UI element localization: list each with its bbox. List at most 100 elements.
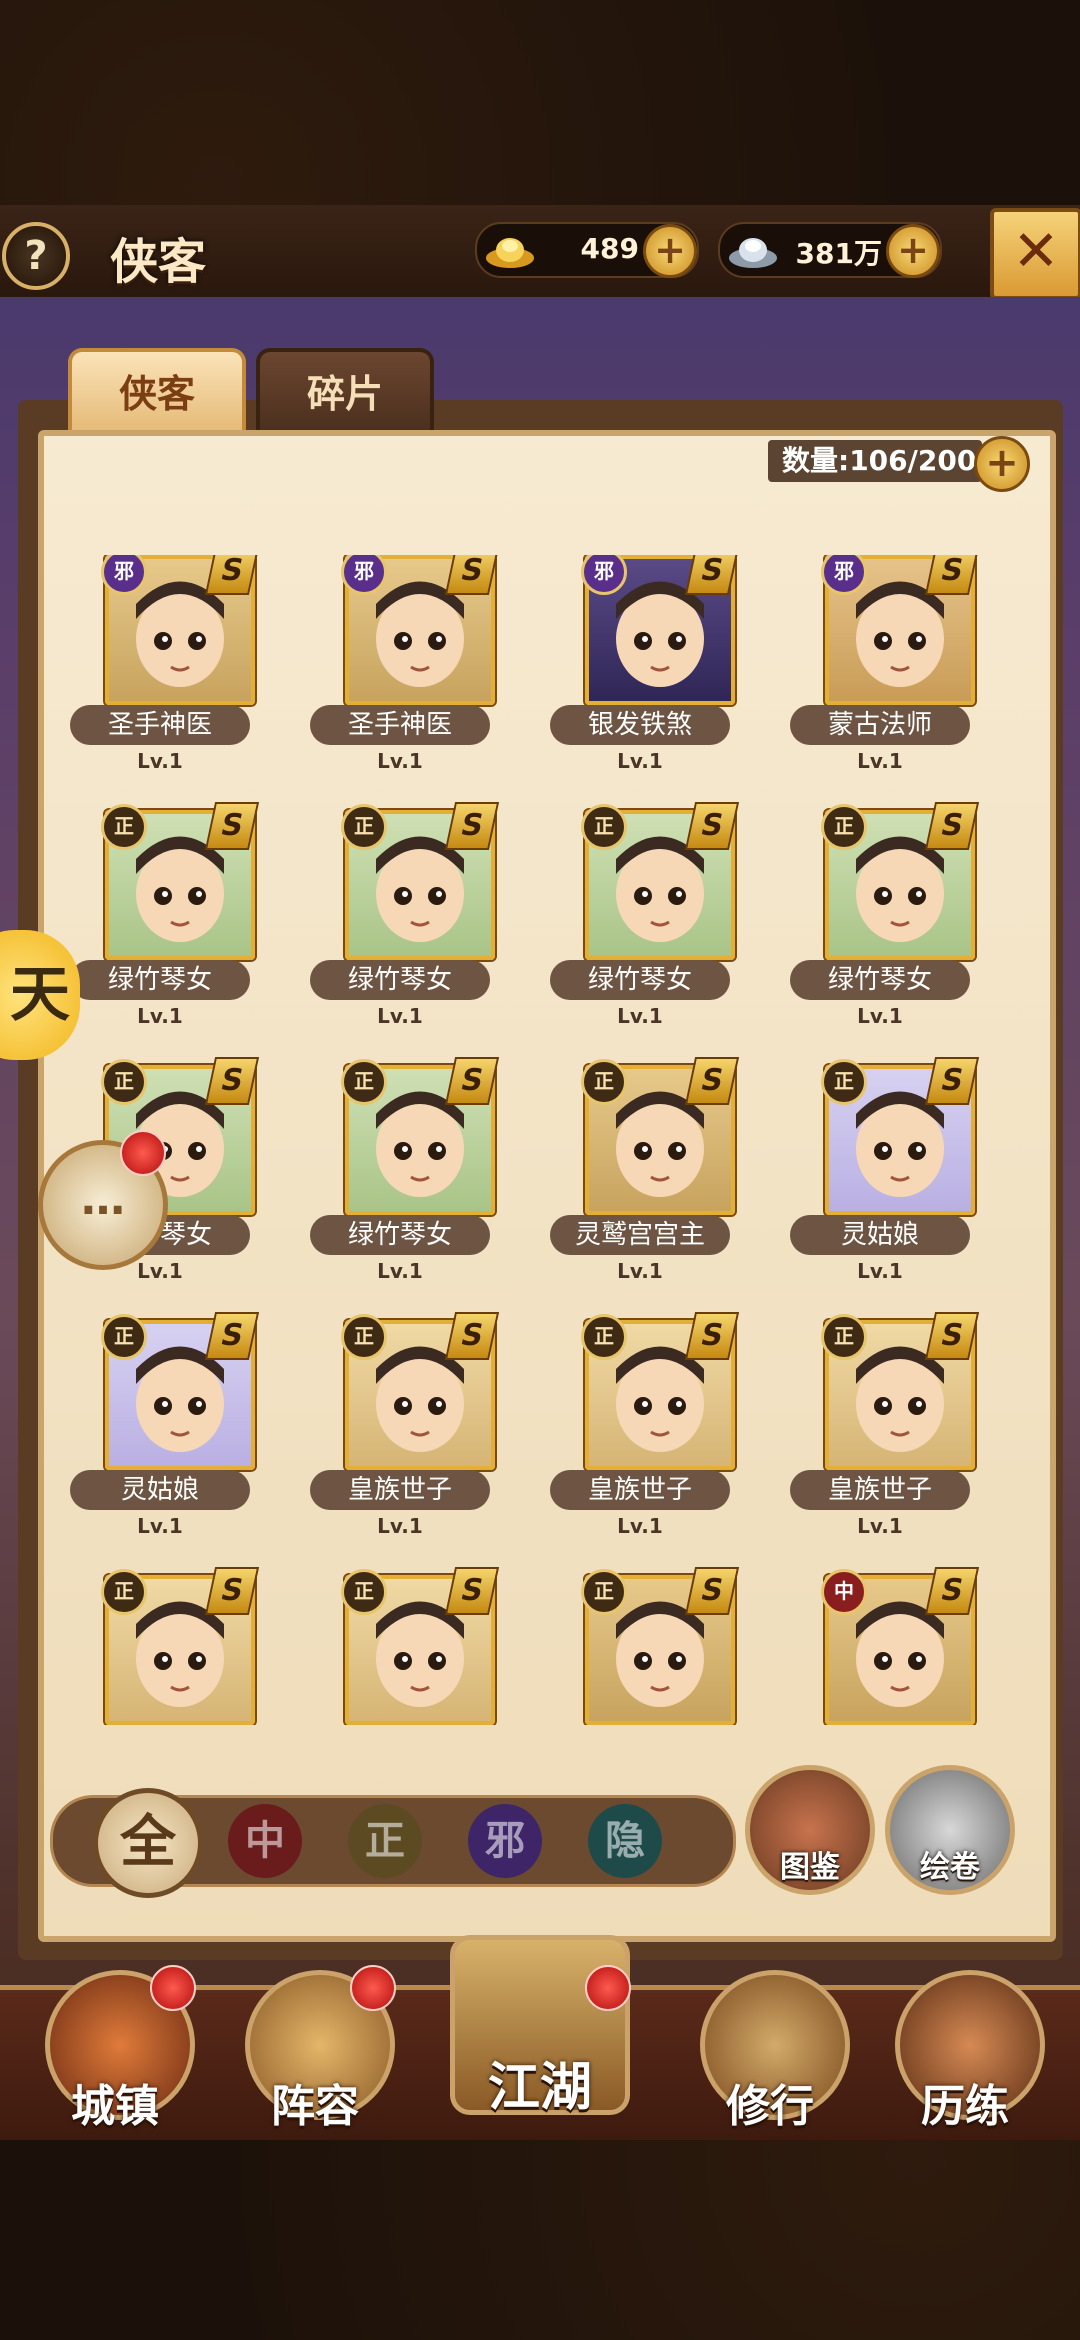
filter-evil[interactable]: 邪 <box>468 1804 542 1878</box>
side-event-tab[interactable]: 天 <box>0 930 80 1060</box>
hero-level: Lv.1 <box>377 1259 423 1283</box>
hero-level: Lv.1 <box>857 1514 903 1538</box>
faction-badge: 正 <box>581 1314 627 1360</box>
hero-card[interactable]: 正S <box>310 1567 500 1725</box>
filter-neutral[interactable]: 中 <box>228 1804 302 1878</box>
faction-badge: 正 <box>341 1059 387 1105</box>
page-title: 侠客 <box>110 234 207 290</box>
faction-badge: 正 <box>341 1569 387 1615</box>
faction-badge: 正 <box>821 1314 867 1360</box>
codex-button[interactable]: 图鉴 <box>745 1765 875 1895</box>
hero-card[interactable]: 正S绿竹琴女Lv.1 <box>70 802 260 1040</box>
faction-badge: 正 <box>101 1059 147 1105</box>
hero-name: 绿竹琴女 <box>790 960 970 1000</box>
nav-town-badge <box>150 1965 196 2011</box>
nav-lineup-label: 阵容 <box>271 2081 359 2132</box>
silver-currency: 381万 + <box>718 222 942 278</box>
hero-level: Lv.1 <box>377 1004 423 1028</box>
gold-value: 489 <box>580 232 639 265</box>
faction-badge: 正 <box>341 1314 387 1360</box>
hero-name: 皇族世子 <box>790 1470 970 1510</box>
hero-name: 绿竹琴女 <box>70 960 250 1000</box>
close-button[interactable]: ✕ <box>990 208 1080 300</box>
help-button[interactable]: ? <box>2 222 70 290</box>
faction-badge: 正 <box>101 804 147 850</box>
faction-badge: 中 <box>821 1569 867 1615</box>
hero-card[interactable]: 邪 S 圣手神医 Lv.1 <box>310 555 500 785</box>
hero-card[interactable]: 邪 S 圣手神医 Lv.1 <box>70 555 260 785</box>
hero-card[interactable]: 正 S 皇族世子 Lv.1 <box>790 1312 980 1550</box>
hero-name: 绿竹琴女 <box>310 1215 490 1255</box>
filter-all[interactable]: 全 <box>93 1788 203 1898</box>
faction-badge: 正 <box>581 804 627 850</box>
hero-level: Lv.1 <box>857 1259 903 1283</box>
add-gold-button[interactable]: + <box>643 224 697 278</box>
nav-trial-label: 历练 <box>921 2081 1009 2132</box>
tab-fragments[interactable]: 碎片 <box>256 348 434 436</box>
hero-level: Lv.1 <box>617 1514 663 1538</box>
hero-card[interactable]: 正S绿竹琴女Lv.1 <box>310 1057 500 1295</box>
hero-name: 绿竹琴女 <box>550 960 730 1000</box>
gold-ingot-icon <box>486 238 534 268</box>
faction-badge: 正 <box>101 1314 147 1360</box>
faction-badge: 正 <box>581 1059 627 1105</box>
chat-notification-badge <box>120 1130 166 1176</box>
hero-name: 皇族世子 <box>550 1470 730 1510</box>
hero-level: Lv.1 <box>377 749 423 773</box>
hero-name: 绿竹琴女 <box>310 960 490 1000</box>
codex-label: 图鉴 <box>780 1850 840 1885</box>
hero-card[interactable]: 正 S 灵鹫宫宫主 Lv.1 <box>550 1057 740 1295</box>
hero-level: Lv.1 <box>137 1514 183 1538</box>
hero-card[interactable]: 正S绿竹琴女Lv.1 <box>790 802 980 1040</box>
faction-badge: 正 <box>581 1569 627 1615</box>
gold-currency: 489 + <box>475 222 699 278</box>
hero-name: 灵姑娘 <box>790 1215 970 1255</box>
hero-level: Lv.1 <box>857 1004 903 1028</box>
hero-card[interactable]: 正S绿竹琴女Lv.1 <box>310 802 500 1040</box>
nav-town-label: 城镇 <box>71 2081 159 2132</box>
hero-card[interactable]: 正 S 皇族世子 Lv.1 <box>310 1312 500 1550</box>
hero-card[interactable]: 邪 S 银发铁煞 Lv.1 <box>550 555 740 785</box>
filter-righteous[interactable]: 正 <box>348 1804 422 1878</box>
hero-card[interactable]: 正S <box>550 1567 740 1725</box>
scroll-button[interactable]: 绘卷 <box>885 1765 1015 1895</box>
nav-jianghu-label: 江湖 <box>487 2058 592 2118</box>
nav-lineup[interactable]: 阵容 <box>245 1965 396 2140</box>
hero-card[interactable]: 正 S 灵姑娘 Lv.1 <box>70 1312 260 1550</box>
hero-card[interactable]: 中S <box>790 1567 980 1725</box>
hero-level: Lv.1 <box>857 749 903 773</box>
hero-card[interactable]: 正S <box>70 1567 260 1725</box>
nav-lineup-badge <box>350 1965 396 2011</box>
nav-cultivate[interactable]: 修行 <box>700 1970 850 2140</box>
nav-trial[interactable]: 历练 <box>895 1970 1045 2140</box>
nav-town[interactable]: 城镇 <box>45 1965 196 2140</box>
hero-level: Lv.1 <box>617 1004 663 1028</box>
silver-ingot-icon <box>729 238 777 268</box>
hero-card[interactable]: 正S绿竹琴女Lv.1 <box>550 802 740 1040</box>
nav-cultivate-label: 修行 <box>726 2081 814 2132</box>
hero-level: Lv.1 <box>377 1514 423 1538</box>
silver-value: 381万 <box>795 237 882 270</box>
hero-level: Lv.1 <box>617 749 663 773</box>
bottom-nav: 城镇 阵容 江湖 修行 历练 <box>0 1935 1080 2140</box>
hero-card[interactable]: 正 S 皇族世子 Lv.1 <box>550 1312 740 1550</box>
nav-jianghu[interactable]: 江湖 <box>450 1935 631 2118</box>
hero-card[interactable]: 正 S 灵姑娘 Lv.1 <box>790 1057 980 1295</box>
hero-grid: 邪 S 圣手神医 Lv.1 邪 S 圣手神医 Lv.1 邪 S 银发铁煞 Lv.1 邪 S 蒙古法师 Lv.1… <box>70 555 1010 1725</box>
hero-name: 灵姑娘 <box>70 1470 250 1510</box>
hero-level: Lv.1 <box>617 1259 663 1283</box>
hero-card[interactable]: 邪 S 蒙古法师 Lv.1 <box>790 555 980 785</box>
filter-hidden[interactable]: 隐 <box>588 1804 662 1878</box>
add-silver-button[interactable]: + <box>886 224 940 278</box>
faction-filter-bar: 全 中 正 邪 隐 <box>50 1788 736 1898</box>
scroll-label: 绘卷 <box>920 1850 980 1885</box>
faction-badge: 正 <box>821 804 867 850</box>
hero-level: Lv.1 <box>137 1004 183 1028</box>
hero-name: 圣手神医 <box>70 705 250 745</box>
tab-heroes[interactable]: 侠客 <box>68 348 246 436</box>
expand-capacity-button[interactable]: + <box>974 436 1030 492</box>
faction-badge: 正 <box>101 1569 147 1615</box>
hero-capacity: 数量:106/200 <box>768 440 982 482</box>
hero-name: 皇族世子 <box>310 1470 490 1510</box>
hero-name: 银发铁煞 <box>550 705 730 745</box>
